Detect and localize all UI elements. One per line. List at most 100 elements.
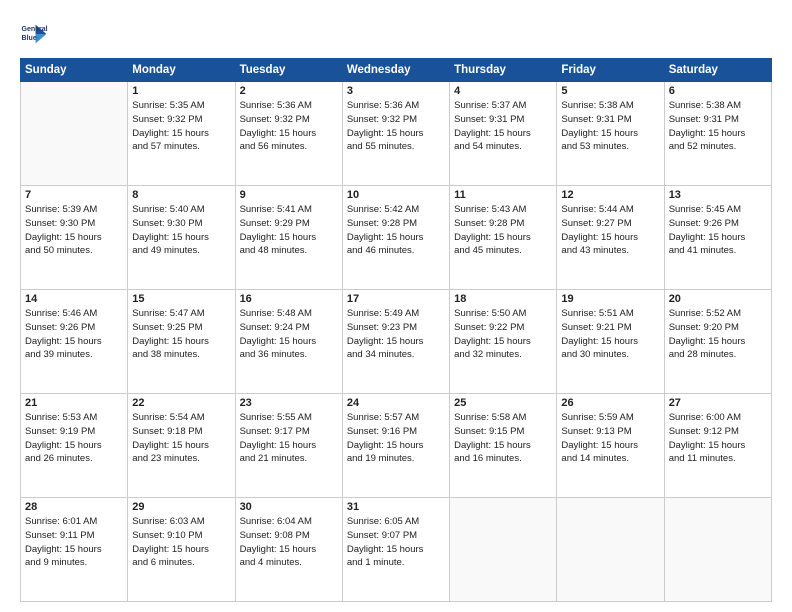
cell-text: Sunset: 9:31 PM xyxy=(669,113,767,127)
cell-text: Daylight: 15 hours xyxy=(561,231,659,245)
day-number: 15 xyxy=(132,293,230,305)
calendar-cell: 9Sunrise: 5:41 AMSunset: 9:29 PMDaylight… xyxy=(235,186,342,290)
cell-text: Sunrise: 5:45 AM xyxy=(669,203,767,217)
cell-text: Sunset: 9:31 PM xyxy=(454,113,552,127)
cell-text: and 4 minutes. xyxy=(240,556,338,570)
cell-text: Sunrise: 5:55 AM xyxy=(240,411,338,425)
cell-text: Sunrise: 6:00 AM xyxy=(669,411,767,425)
cell-text: and 52 minutes. xyxy=(669,140,767,154)
cell-text: Daylight: 15 hours xyxy=(240,335,338,349)
svg-text:General: General xyxy=(22,26,48,33)
calendar-cell: 12Sunrise: 5:44 AMSunset: 9:27 PMDayligh… xyxy=(557,186,664,290)
cell-text: Sunrise: 5:59 AM xyxy=(561,411,659,425)
calendar-cell: 24Sunrise: 5:57 AMSunset: 9:16 PMDayligh… xyxy=(342,394,449,498)
calendar-cell: 4Sunrise: 5:37 AMSunset: 9:31 PMDaylight… xyxy=(450,82,557,186)
cell-text: and 41 minutes. xyxy=(669,244,767,258)
cell-text: Sunset: 9:19 PM xyxy=(25,425,123,439)
cell-text: Sunset: 9:28 PM xyxy=(454,217,552,231)
calendar-cell: 21Sunrise: 5:53 AMSunset: 9:19 PMDayligh… xyxy=(21,394,128,498)
cell-text: Daylight: 15 hours xyxy=(561,127,659,141)
cell-text: Sunrise: 5:47 AM xyxy=(132,307,230,321)
cell-text: Sunrise: 5:44 AM xyxy=(561,203,659,217)
day-number: 26 xyxy=(561,397,659,409)
cell-text: Daylight: 15 hours xyxy=(347,335,445,349)
cell-text: Sunset: 9:25 PM xyxy=(132,321,230,335)
calendar-cell: 6Sunrise: 5:38 AMSunset: 9:31 PMDaylight… xyxy=(664,82,771,186)
cell-text: Sunset: 9:26 PM xyxy=(25,321,123,335)
calendar-cell: 31Sunrise: 6:05 AMSunset: 9:07 PMDayligh… xyxy=(342,498,449,602)
weekday-header: Wednesday xyxy=(342,59,449,82)
cell-text: Sunset: 9:26 PM xyxy=(669,217,767,231)
cell-text: Sunrise: 5:54 AM xyxy=(132,411,230,425)
calendar-cell xyxy=(450,498,557,602)
cell-text: Daylight: 15 hours xyxy=(454,439,552,453)
cell-text: and 16 minutes. xyxy=(454,452,552,466)
cell-text: and 26 minutes. xyxy=(25,452,123,466)
cell-text: Sunrise: 5:38 AM xyxy=(561,99,659,113)
day-number: 27 xyxy=(669,397,767,409)
cell-text: Daylight: 15 hours xyxy=(669,231,767,245)
cell-text: Sunrise: 5:49 AM xyxy=(347,307,445,321)
calendar-cell xyxy=(21,82,128,186)
calendar-week-row: 1Sunrise: 5:35 AMSunset: 9:32 PMDaylight… xyxy=(21,82,772,186)
calendar-cell: 10Sunrise: 5:42 AMSunset: 9:28 PMDayligh… xyxy=(342,186,449,290)
page: General Blue SundayMondayTuesdayWednesda… xyxy=(0,0,792,612)
cell-text: Daylight: 15 hours xyxy=(561,335,659,349)
logo-icon: General Blue xyxy=(20,20,48,48)
weekday-header: Monday xyxy=(128,59,235,82)
cell-text: Sunrise: 5:48 AM xyxy=(240,307,338,321)
calendar-cell: 5Sunrise: 5:38 AMSunset: 9:31 PMDaylight… xyxy=(557,82,664,186)
day-number: 20 xyxy=(669,293,767,305)
day-number: 25 xyxy=(454,397,552,409)
cell-text: Sunset: 9:32 PM xyxy=(132,113,230,127)
weekday-header: Saturday xyxy=(664,59,771,82)
day-number: 3 xyxy=(347,85,445,97)
cell-text: and 50 minutes. xyxy=(25,244,123,258)
day-number: 5 xyxy=(561,85,659,97)
logo: General Blue xyxy=(20,20,48,48)
cell-text: Sunset: 9:29 PM xyxy=(240,217,338,231)
calendar-week-row: 28Sunrise: 6:01 AMSunset: 9:11 PMDayligh… xyxy=(21,498,772,602)
weekday-header: Sunday xyxy=(21,59,128,82)
cell-text: Daylight: 15 hours xyxy=(132,127,230,141)
cell-text: and 1 minute. xyxy=(347,556,445,570)
calendar-cell: 29Sunrise: 6:03 AMSunset: 9:10 PMDayligh… xyxy=(128,498,235,602)
cell-text: Sunset: 9:08 PM xyxy=(240,529,338,543)
calendar-table: SundayMondayTuesdayWednesdayThursdayFrid… xyxy=(20,58,772,602)
cell-text: and 53 minutes. xyxy=(561,140,659,154)
header: General Blue xyxy=(20,16,772,48)
cell-text: Daylight: 15 hours xyxy=(240,439,338,453)
cell-text: Sunset: 9:32 PM xyxy=(240,113,338,127)
cell-text: Daylight: 15 hours xyxy=(347,231,445,245)
day-number: 7 xyxy=(25,189,123,201)
day-number: 22 xyxy=(132,397,230,409)
cell-text: Daylight: 15 hours xyxy=(240,127,338,141)
cell-text: and 36 minutes. xyxy=(240,348,338,362)
cell-text: Daylight: 15 hours xyxy=(240,231,338,245)
cell-text: Sunset: 9:07 PM xyxy=(347,529,445,543)
cell-text: Sunrise: 5:43 AM xyxy=(454,203,552,217)
cell-text: Sunrise: 5:46 AM xyxy=(25,307,123,321)
cell-text: Sunset: 9:13 PM xyxy=(561,425,659,439)
cell-text: and 45 minutes. xyxy=(454,244,552,258)
day-number: 4 xyxy=(454,85,552,97)
cell-text: Sunrise: 5:40 AM xyxy=(132,203,230,217)
cell-text: Sunset: 9:28 PM xyxy=(347,217,445,231)
day-number: 12 xyxy=(561,189,659,201)
calendar-cell: 11Sunrise: 5:43 AMSunset: 9:28 PMDayligh… xyxy=(450,186,557,290)
cell-text: Sunrise: 5:58 AM xyxy=(454,411,552,425)
cell-text: Sunset: 9:23 PM xyxy=(347,321,445,335)
weekday-header: Thursday xyxy=(450,59,557,82)
cell-text: and 43 minutes. xyxy=(561,244,659,258)
cell-text: Sunrise: 6:05 AM xyxy=(347,515,445,529)
cell-text: and 32 minutes. xyxy=(454,348,552,362)
calendar-cell: 14Sunrise: 5:46 AMSunset: 9:26 PMDayligh… xyxy=(21,290,128,394)
cell-text: and 6 minutes. xyxy=(132,556,230,570)
cell-text: Sunset: 9:20 PM xyxy=(669,321,767,335)
cell-text: Sunrise: 6:03 AM xyxy=(132,515,230,529)
cell-text: Sunset: 9:11 PM xyxy=(25,529,123,543)
cell-text: and 55 minutes. xyxy=(347,140,445,154)
day-number: 18 xyxy=(454,293,552,305)
day-number: 17 xyxy=(347,293,445,305)
cell-text: Sunset: 9:30 PM xyxy=(25,217,123,231)
